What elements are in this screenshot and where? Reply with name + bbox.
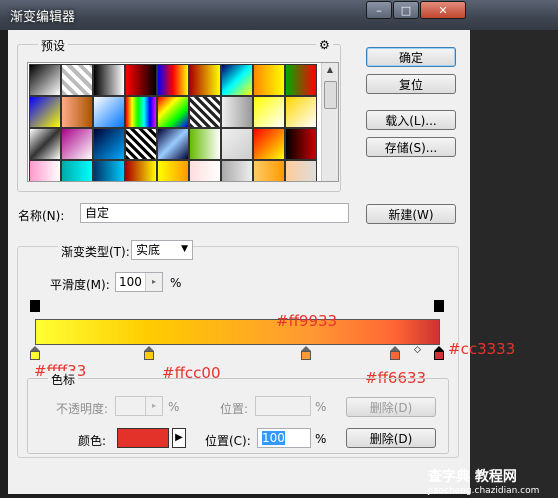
preset-swatch[interactable] bbox=[61, 128, 93, 160]
preset-swatch[interactable] bbox=[285, 160, 317, 181]
maximize-button[interactable]: □ bbox=[393, 1, 419, 19]
preset-swatch[interactable] bbox=[189, 160, 221, 181]
preset-swatch[interactable] bbox=[157, 64, 189, 96]
preset-swatch[interactable] bbox=[221, 160, 253, 181]
smoothness-field[interactable]: 100 ▸ bbox=[115, 272, 163, 292]
new-button[interactable]: 新建(W) bbox=[366, 204, 456, 224]
minimize-button[interactable]: – bbox=[366, 1, 392, 19]
color-position-value: 100 bbox=[262, 431, 285, 445]
preset-swatch[interactable] bbox=[29, 96, 61, 128]
preset-swatch[interactable] bbox=[285, 96, 317, 128]
gradient-type-select[interactable]: 实底 ▼ bbox=[131, 240, 193, 260]
scroll-up-icon[interactable]: ▲ bbox=[322, 63, 338, 77]
opacity-position-field bbox=[255, 396, 311, 416]
preset-swatch[interactable] bbox=[285, 64, 317, 96]
color-label: 颜色: bbox=[78, 434, 107, 448]
color-position-unit: % bbox=[315, 432, 327, 446]
opacity-label: 不透明度: bbox=[56, 402, 109, 416]
opacity-field: ▸ bbox=[115, 396, 163, 416]
gradient-type-value: 实底 bbox=[136, 243, 161, 257]
chevron-down-icon: ▼ bbox=[181, 244, 188, 254]
gradient-bar[interactable] bbox=[35, 319, 440, 345]
preset-swatch[interactable] bbox=[253, 160, 285, 181]
preset-swatch[interactable] bbox=[157, 128, 189, 160]
watermark-url: jiaocheng.chazidian.com bbox=[428, 486, 540, 496]
opacity-position-label: 位置: bbox=[220, 402, 249, 416]
watermark: 查字典 教程网 jiaocheng.chazidian.com bbox=[424, 466, 558, 498]
color-stop-5[interactable] bbox=[434, 346, 444, 361]
ok-button[interactable]: 确定 bbox=[366, 47, 456, 67]
preset-swatch[interactable] bbox=[125, 160, 157, 181]
color-stop-1[interactable] bbox=[30, 346, 40, 361]
color-stop-2[interactable] bbox=[144, 346, 154, 361]
preset-swatch[interactable] bbox=[253, 96, 285, 128]
preset-swatch[interactable] bbox=[221, 64, 253, 96]
preset-swatches: ▲ bbox=[27, 62, 339, 182]
spin-arrow-icon[interactable]: ▸ bbox=[145, 273, 162, 291]
opacity-unit: % bbox=[168, 400, 180, 414]
preset-swatch[interactable] bbox=[61, 64, 93, 96]
preset-swatch[interactable] bbox=[221, 96, 253, 128]
preset-swatch[interactable] bbox=[253, 128, 285, 160]
preset-swatch[interactable] bbox=[93, 64, 125, 96]
smoothness-label: 平滑度(M): bbox=[50, 278, 110, 292]
preset-swatch[interactable] bbox=[125, 64, 157, 96]
smoothness-value: 100 bbox=[119, 275, 142, 289]
preset-swatch[interactable] bbox=[285, 128, 317, 160]
title-bar: 渐变编辑器 – □ ✕ bbox=[0, 0, 558, 30]
preset-swatch[interactable] bbox=[189, 96, 221, 128]
color-stop-3[interactable] bbox=[301, 346, 311, 361]
save-button[interactable]: 存储(S)... bbox=[366, 137, 456, 157]
annotation-cc3333: #cc3333 bbox=[448, 340, 516, 358]
opacity-stop-left[interactable] bbox=[30, 300, 40, 312]
opacity-stop-right[interactable] bbox=[434, 300, 444, 312]
preset-swatch[interactable] bbox=[157, 160, 189, 181]
name-field[interactable]: 自定 bbox=[80, 203, 349, 223]
gear-icon[interactable]: ⚙ bbox=[316, 38, 333, 52]
load-button[interactable]: 载入(L)... bbox=[366, 110, 456, 130]
preset-swatch[interactable] bbox=[189, 128, 221, 160]
annotation-ff9933: #ff9933 bbox=[276, 312, 338, 330]
preset-swatch[interactable] bbox=[29, 64, 61, 96]
reset-button[interactable]: 复位 bbox=[366, 74, 456, 94]
preset-swatch[interactable] bbox=[29, 160, 61, 181]
name-label: 名称(N): bbox=[18, 209, 65, 223]
delete-opacity-stop-button: 删除(D) bbox=[346, 397, 436, 417]
stops-group-label: 色标 bbox=[48, 371, 79, 388]
opacity-position-unit: % bbox=[315, 400, 327, 414]
presets-label: 预设 bbox=[38, 37, 69, 54]
color-position-label: 位置(C): bbox=[205, 434, 251, 448]
preset-swatch[interactable] bbox=[253, 64, 285, 96]
midpoint-icon[interactable]: ◇ bbox=[414, 345, 421, 355]
preset-scrollbar[interactable]: ▲ bbox=[321, 63, 338, 181]
preset-swatch[interactable] bbox=[189, 64, 221, 96]
color-menu-arrow-icon[interactable]: ▶ bbox=[172, 428, 186, 448]
swatch-grid bbox=[29, 64, 319, 181]
gradient-type-label: 渐变类型(T): bbox=[58, 243, 133, 260]
color-swatch[interactable] bbox=[117, 428, 169, 448]
preset-swatch[interactable] bbox=[157, 96, 189, 128]
smoothness-unit: % bbox=[170, 276, 182, 290]
preset-swatch[interactable] bbox=[125, 128, 157, 160]
preset-swatch[interactable] bbox=[61, 96, 93, 128]
scroll-thumb[interactable] bbox=[324, 81, 337, 109]
watermark-title: 查字典 教程网 bbox=[428, 469, 517, 485]
color-stop-4[interactable] bbox=[390, 346, 400, 361]
preset-swatch[interactable] bbox=[93, 128, 125, 160]
preset-swatch[interactable] bbox=[29, 128, 61, 160]
preset-swatch[interactable] bbox=[93, 96, 125, 128]
preset-swatch[interactable] bbox=[93, 160, 125, 181]
preset-swatch[interactable] bbox=[221, 128, 253, 160]
background-dark bbox=[470, 30, 558, 498]
window-title: 渐变编辑器 bbox=[10, 10, 76, 25]
color-position-field[interactable]: 100 bbox=[257, 428, 311, 448]
preset-swatch[interactable] bbox=[61, 160, 93, 181]
delete-color-stop-button[interactable]: 删除(D) bbox=[346, 428, 436, 448]
close-button[interactable]: ✕ bbox=[420, 1, 466, 19]
spin-arrow-icon: ▸ bbox=[145, 397, 162, 415]
preset-swatch[interactable] bbox=[125, 96, 157, 128]
